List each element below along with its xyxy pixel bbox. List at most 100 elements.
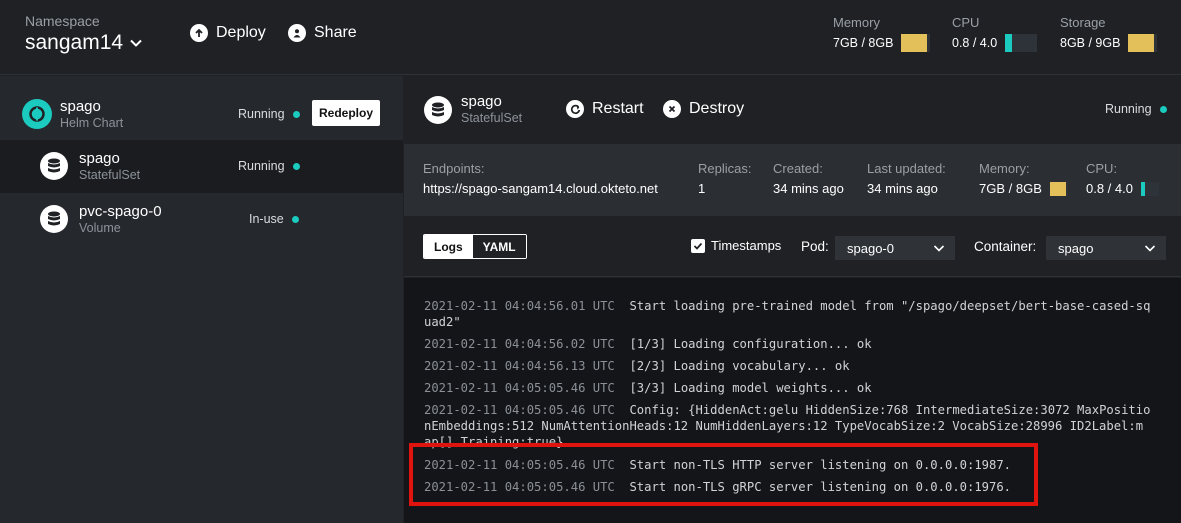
created: Created: 34 mins ago — [773, 161, 844, 196]
status-dot — [292, 162, 300, 170]
status-text: Running — [238, 159, 285, 173]
log-timestamp: 2021-02-11 04:05:05.46 UTC — [424, 403, 615, 417]
status-badge: In-use — [249, 212, 299, 226]
share-button[interactable]: Share — [288, 24, 357, 42]
sidebar-item-volume[interactable]: pvc-spago-0 Volume In-use — [0, 193, 403, 246]
cpu-value: 0.8 / 4.0 — [1086, 181, 1133, 196]
endpoint-link[interactable]: https://spago-sangam14.cloud.okteto.net — [423, 181, 658, 196]
cpu-value: 0.8 / 4.0 — [952, 36, 998, 50]
top-bar: Namespace sangam14 Deploy Share Memory 7… — [0, 0, 1181, 75]
resource-details: Endpoints: https://spago-sangam14.cloud.… — [404, 144, 1181, 216]
status-dot — [292, 110, 300, 118]
highlight-box — [409, 443, 1038, 506]
log-message: [1/3] Loading configuration... ok — [629, 337, 872, 351]
updated-value: 34 mins ago — [867, 181, 938, 196]
deploy-button[interactable]: Deploy — [190, 24, 266, 42]
close-icon — [663, 100, 681, 118]
cpu-usage: CPU 0.8 / 4.0 — [952, 15, 1038, 52]
log-timestamp: 2021-02-11 04:04:56.02 UTC — [424, 337, 615, 351]
view-tabs: Logs YAML — [423, 234, 527, 259]
log-message: Start loading pre-trained model from "/s… — [629, 299, 1151, 313]
tab-logs[interactable]: Logs — [424, 235, 473, 258]
sidebar-item-name: pvc-spago-0 — [79, 203, 162, 220]
share-label: Share — [314, 24, 357, 41]
storage-usage: Storage 8GB / 9GB — [1060, 15, 1158, 52]
upload-icon — [190, 24, 208, 42]
updated-label: Last updated: — [867, 161, 946, 176]
log-message: Config: {HiddenAct:gelu HiddenSize:768 I… — [629, 403, 1151, 417]
chevron-down-icon — [1144, 245, 1156, 252]
pod-value: spago-0 — [847, 240, 894, 256]
sidebar-item-helm-chart[interactable]: spago Helm Chart Running Redeploy — [0, 90, 403, 143]
replicas-label: Replicas: — [698, 161, 752, 176]
memory-meter — [901, 34, 931, 52]
log-line: 2021-02-11 04:04:56.02 UTC [1/3] Loading… — [424, 335, 1169, 353]
memory-label: Memory: — [979, 161, 1030, 176]
restart-label: Restart — [592, 100, 644, 117]
status-dot — [1159, 105, 1167, 113]
destroy-label: Destroy — [689, 100, 745, 117]
memory-value: 7GB / 8GB — [979, 181, 1042, 196]
timestamps-toggle[interactable]: Timestamps — [691, 238, 781, 253]
resource-name: spago — [461, 93, 502, 110]
destroy-button[interactable]: Destroy — [663, 100, 744, 118]
pod-select[interactable]: spago-0 — [835, 236, 955, 260]
namespace-selector[interactable]: sangam14 — [25, 31, 143, 55]
cpu-meter — [1005, 34, 1038, 52]
storage-value: 8GB / 9GB — [1060, 36, 1121, 50]
redeploy-button[interactable]: Redeploy — [312, 100, 380, 126]
storage-label: Storage — [1060, 15, 1106, 30]
cpu-meter — [1140, 181, 1159, 196]
chevron-down-icon — [933, 245, 945, 252]
storage-meter — [1128, 34, 1158, 52]
sidebar-item-type: StatefulSet — [79, 168, 141, 182]
database-icon — [424, 96, 452, 124]
status-dot — [291, 215, 299, 223]
resource-header: spago StatefulSet Restart Destroy Runnin… — [404, 76, 1181, 144]
log-timestamp: 2021-02-11 04:04:56.01 UTC — [424, 299, 615, 313]
sidebar-item-type: Volume — [79, 221, 121, 235]
pod-label: Pod: — [801, 239, 829, 254]
sidebar-item-name: spago — [60, 98, 101, 115]
database-icon — [40, 152, 68, 180]
database-icon — [40, 205, 68, 233]
container-select[interactable]: spago — [1046, 236, 1166, 260]
restart-button[interactable]: Restart — [566, 100, 644, 118]
tab-yaml[interactable]: YAML — [472, 235, 526, 258]
log-line-continuation: uad2" — [424, 315, 461, 329]
log-timestamp: 2021-02-11 04:05:05.46 UTC — [424, 381, 615, 395]
container-value: spago — [1058, 240, 1094, 256]
cpu-label: CPU: — [1086, 161, 1118, 176]
endpoints-label: Endpoints: — [423, 161, 485, 176]
checkbox[interactable] — [691, 238, 705, 253]
restart-icon — [566, 100, 584, 118]
log-message: [2/3] Loading vocabulary... ok — [629, 359, 850, 373]
status-badge: Running — [238, 159, 300, 173]
deploy-label: Deploy — [216, 24, 266, 41]
status-badge: Running — [1105, 102, 1167, 116]
status-text: Running — [238, 107, 285, 121]
log-message: [3/3] Loading model weights... ok — [629, 381, 872, 395]
resource-type: StatefulSet — [461, 111, 523, 125]
memory-meter — [1049, 181, 1068, 196]
replicas-value: 1 — [698, 181, 706, 196]
namespace-label: Namespace — [25, 13, 100, 29]
cpu: CPU: 0.8 / 4.0 — [1086, 161, 1159, 196]
sidebar-item-name: spago — [79, 150, 120, 167]
endpoints: Endpoints: https://spago-sangam14.cloud.… — [423, 161, 658, 196]
last-updated: Last updated: 34 mins ago — [867, 161, 946, 196]
sidebar-item-statefulset[interactable]: spago StatefulSet Running — [0, 140, 403, 193]
status-text: In-use — [249, 212, 284, 226]
status-text: Running — [1105, 102, 1152, 116]
memory-value: 7GB / 8GB — [833, 36, 894, 50]
helm-chart-icon — [22, 99, 52, 129]
memory-usage: Memory 7GB / 8GB — [833, 15, 931, 52]
log-timestamp: 2021-02-11 04:04:56.13 UTC — [424, 359, 615, 373]
namespace-value: sangam14 — [25, 31, 124, 54]
cpu-label: CPU — [952, 15, 980, 30]
memory: Memory: 7GB / 8GB — [979, 161, 1068, 196]
log-line: 2021-02-11 04:05:05.46 UTC [3/3] Loading… — [424, 379, 1169, 397]
replicas: Replicas: 1 — [698, 161, 751, 196]
chevron-down-icon — [130, 39, 142, 47]
log-line: 2021-02-11 04:04:56.13 UTC [2/3] Loading… — [424, 357, 1169, 375]
